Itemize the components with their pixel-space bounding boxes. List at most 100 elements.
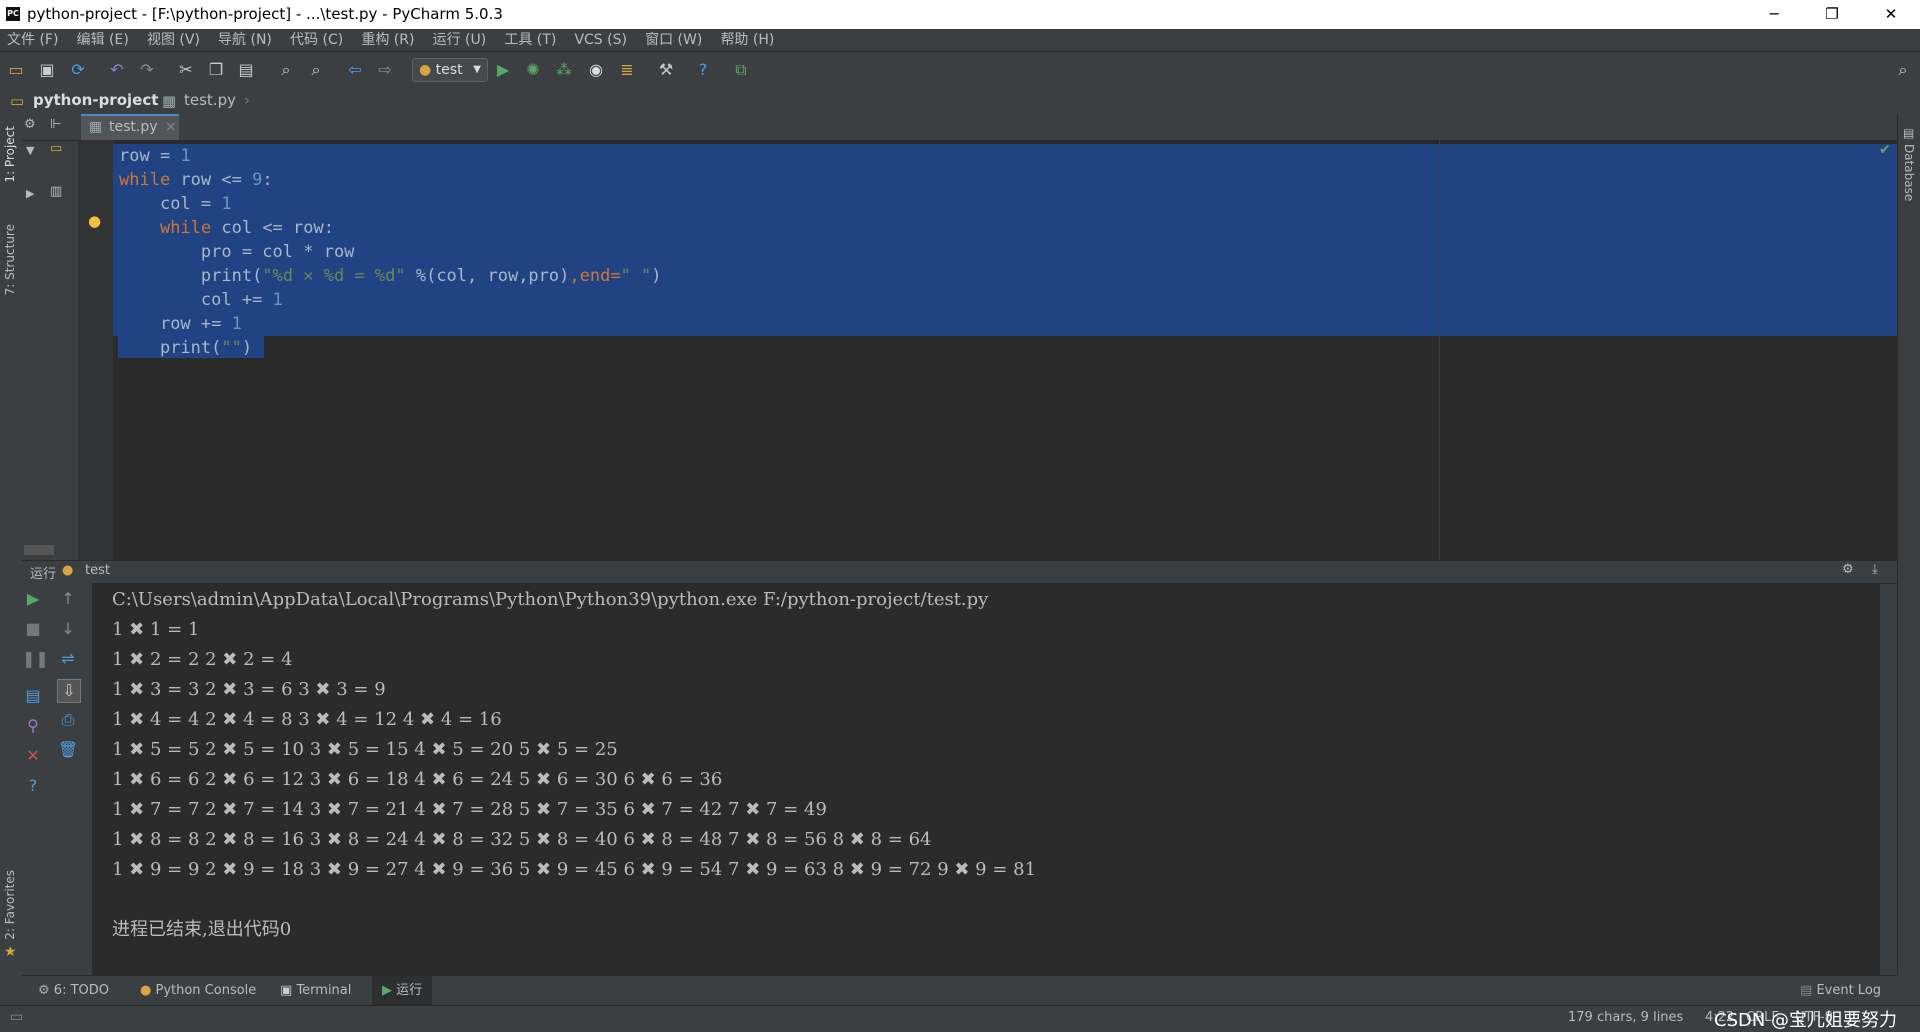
breadcrumb-file[interactable]: test.py	[184, 91, 236, 109]
scroll-up-icon[interactable]: ↑	[57, 588, 79, 610]
gear-icon[interactable]: ⚙	[24, 117, 36, 132]
right-tool-strip: ▤ Database	[1897, 114, 1920, 974]
cut-icon[interactable]: ✂	[175, 59, 197, 81]
structure-tool-tab[interactable]: 7: Structure	[3, 224, 17, 295]
code-editor[interactable]: row = 1 while row <= 9: col = 1 while col…	[113, 140, 1897, 560]
save-icon[interactable]: ▣	[36, 59, 58, 81]
external-libraries-icon[interactable]: ▥	[50, 184, 62, 199]
favorites-tool-tab[interactable]: 2: Favorites	[3, 870, 17, 940]
tab-event-log[interactable]: ▤ Event Log	[1800, 976, 1881, 1006]
print-icon[interactable]: ⎙	[57, 709, 79, 731]
python-console-icon: ●	[140, 983, 152, 998]
console-line: 1 ✖ 1 = 1	[112, 619, 200, 640]
menu-navigate[interactable]: 导航 (N)	[211, 29, 279, 51]
help-icon[interactable]: ?	[22, 775, 44, 797]
tab-python-console[interactable]: ● Python Console	[140, 976, 256, 1006]
code-token: 9	[252, 170, 263, 190]
run-config-select[interactable]: ● test ▼	[412, 58, 488, 82]
forward-icon[interactable]: ⇨	[374, 59, 396, 81]
code-token: row +=	[159, 314, 232, 334]
expand-arrow-icon[interactable]: ▼	[26, 144, 34, 157]
menu-window[interactable]: 窗口 (W)	[638, 29, 709, 51]
tab-run[interactable]: ▶ 运行	[372, 976, 433, 1006]
gear-icon[interactable]: ⚙	[1842, 562, 1854, 577]
console-line: 1 ✖ 2 = 2 2 ✖ 2 = 4	[112, 649, 293, 670]
stop-icon[interactable]: ■	[22, 618, 44, 640]
search-icon[interactable]: ⌕	[1892, 59, 1914, 81]
profile-icon[interactable]: ◉	[585, 59, 607, 81]
tool-windows-icon[interactable]: ▭	[10, 1009, 23, 1025]
tab-label: test.py	[109, 119, 158, 135]
close-tab-icon[interactable]: ×	[165, 116, 177, 138]
run-config-name[interactable]: test	[85, 563, 110, 578]
console-line: 1 ✖ 3 = 3 2 ✖ 3 = 6 3 ✖ 3 = 9	[112, 679, 386, 700]
collapse-icon[interactable]: ⊩	[50, 117, 61, 132]
code-token: print(	[200, 266, 263, 286]
menu-run[interactable]: 运行 (U)	[426, 29, 494, 51]
code-line: while col <= row:	[119, 216, 334, 240]
horizontal-scrollbar[interactable]	[24, 545, 54, 555]
project-panel-header: ⚙ ⊩	[22, 114, 78, 141]
python-icon: ●	[62, 563, 74, 578]
paste-icon[interactable]: ▤	[235, 59, 257, 81]
debug-icon[interactable]: ✺	[522, 59, 544, 81]
database-tool-tab[interactable]: Database	[1902, 144, 1916, 201]
close-window-button[interactable]: ✕	[1862, 0, 1920, 29]
pause-icon[interactable]: ❚❚	[22, 648, 49, 670]
tab-test-py[interactable]: ▦ test.py ×	[81, 114, 179, 140]
code-token: 1	[180, 146, 191, 166]
tab-todo[interactable]: ⚙ 6: TODO	[38, 976, 109, 1006]
pin-tab-icon[interactable]: ⚲	[22, 715, 44, 737]
collapse-arrow-icon[interactable]: ▶	[26, 187, 34, 200]
find-icon[interactable]: ⌕	[275, 59, 297, 81]
replace-icon[interactable]: ⌕	[305, 59, 327, 81]
concurrency-icon[interactable]: ≣	[616, 59, 638, 81]
minimize-button[interactable]: ─	[1745, 0, 1803, 29]
tab-terminal[interactable]: ▣ Terminal	[280, 976, 351, 1006]
hide-panel-icon[interactable]: ⤓	[1872, 562, 1878, 577]
scroll-to-end-icon[interactable]: ⇩	[57, 679, 81, 703]
coverage-icon[interactable]: ⁂	[553, 59, 575, 81]
code-token: col <= row:	[211, 218, 334, 238]
menu-code[interactable]: 代码 (C)	[283, 29, 350, 51]
menu-help[interactable]: 帮助 (H)	[713, 29, 781, 51]
open-folder-icon[interactable]: ▭	[5, 59, 27, 81]
console-line: 1 ✖ 7 = 7 2 ✖ 7 = 14 3 ✖ 7 = 21 4 ✖ 7 = …	[112, 799, 827, 820]
code-token: 1	[231, 314, 242, 334]
code-line: col = 1	[119, 192, 232, 216]
restore-layout-icon[interactable]: ▤	[22, 685, 44, 707]
tab-run-label: 运行	[396, 983, 423, 998]
scroll-down-icon[interactable]: ↓	[57, 618, 79, 640]
menu-vcs[interactable]: VCS (S)	[567, 29, 634, 51]
settings-icon[interactable]: ⚒	[655, 59, 677, 81]
restore-button[interactable]: ❐	[1803, 0, 1861, 29]
close-run-icon[interactable]: ✕	[22, 745, 44, 767]
project-folder-icon[interactable]: ▭	[50, 141, 62, 156]
menu-refactor[interactable]: 重构 (R)	[354, 29, 421, 51]
clear-all-icon[interactable]: 🗑	[57, 739, 79, 761]
breadcrumb-project[interactable]: python-project	[33, 91, 158, 109]
run-console[interactable]: C:\Users\admin\AppData\Local\Programs\Py…	[92, 583, 1880, 975]
help-icon[interactable]: ?	[692, 59, 714, 81]
copy-icon[interactable]: ❐	[205, 59, 227, 81]
undo-icon[interactable]: ↶	[106, 59, 128, 81]
back-icon[interactable]: ⇦	[344, 59, 366, 81]
soft-wrap-icon[interactable]: ⇌	[57, 648, 79, 670]
editor-tab-bar: ▦ test.py ×	[78, 114, 1898, 141]
sdk-icon[interactable]: ⧉	[730, 59, 752, 81]
lightbulb-icon[interactable]: ●	[88, 212, 101, 230]
rerun-icon[interactable]: ▶	[22, 588, 44, 610]
menu-tools[interactable]: 工具 (T)	[497, 29, 563, 51]
code-token: col +=	[200, 290, 273, 310]
project-tool-tab[interactable]: 1: Project	[3, 126, 17, 183]
menu-file[interactable]: 文件 (F)	[0, 29, 65, 51]
menu-edit[interactable]: 编辑 (E)	[70, 29, 136, 51]
run-icon[interactable]: ▶	[492, 59, 514, 81]
folder-icon: ▭	[10, 92, 25, 110]
menu-view[interactable]: 视图 (V)	[140, 29, 207, 51]
sync-icon[interactable]: ⟳	[67, 59, 89, 81]
code-token: col =	[159, 194, 222, 214]
redo-icon[interactable]: ↷	[136, 59, 158, 81]
